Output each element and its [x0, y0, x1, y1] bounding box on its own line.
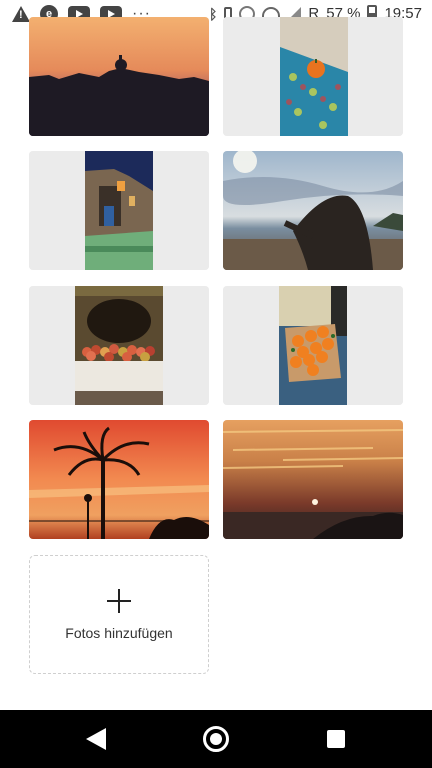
- photo-beach-legs[interactable]: [223, 151, 403, 270]
- photo-oranges-tray-image: [223, 286, 403, 405]
- warning-icon: [12, 6, 30, 22]
- photo-tiled-table-orange[interactable]: [223, 17, 403, 136]
- plus-icon: [107, 588, 131, 613]
- add-photos-button[interactable]: Fotos hinzufügen: [29, 555, 209, 674]
- photo-oranges-tray[interactable]: [223, 286, 403, 405]
- photo-sea-sunset-image: [223, 420, 403, 539]
- photo-palm-sunset-image: [29, 420, 209, 539]
- photo-night-doorway-image: [29, 151, 209, 270]
- photo-night-doorway[interactable]: [29, 151, 209, 270]
- photo-oven-fruit-image: [29, 286, 209, 405]
- add-photos-label: Fotos hinzufügen: [65, 624, 173, 641]
- photo-beach-legs-image: [223, 151, 403, 270]
- back-icon[interactable]: [86, 728, 106, 750]
- photo-tiled-table-image: [223, 17, 403, 136]
- photo-sunset-town-image: [29, 17, 209, 136]
- bluetooth-icon: ᛒ: [209, 5, 218, 22]
- photo-palm-sunset[interactable]: [29, 420, 209, 539]
- home-icon[interactable]: [203, 726, 229, 752]
- photo-sunset-town-silhouette[interactable]: [29, 17, 209, 136]
- recent-apps-icon[interactable]: [327, 730, 345, 748]
- navigation-bar: [0, 710, 432, 768]
- photo-oven-fruit[interactable]: [29, 286, 209, 405]
- photo-sea-sunset[interactable]: [223, 420, 403, 539]
